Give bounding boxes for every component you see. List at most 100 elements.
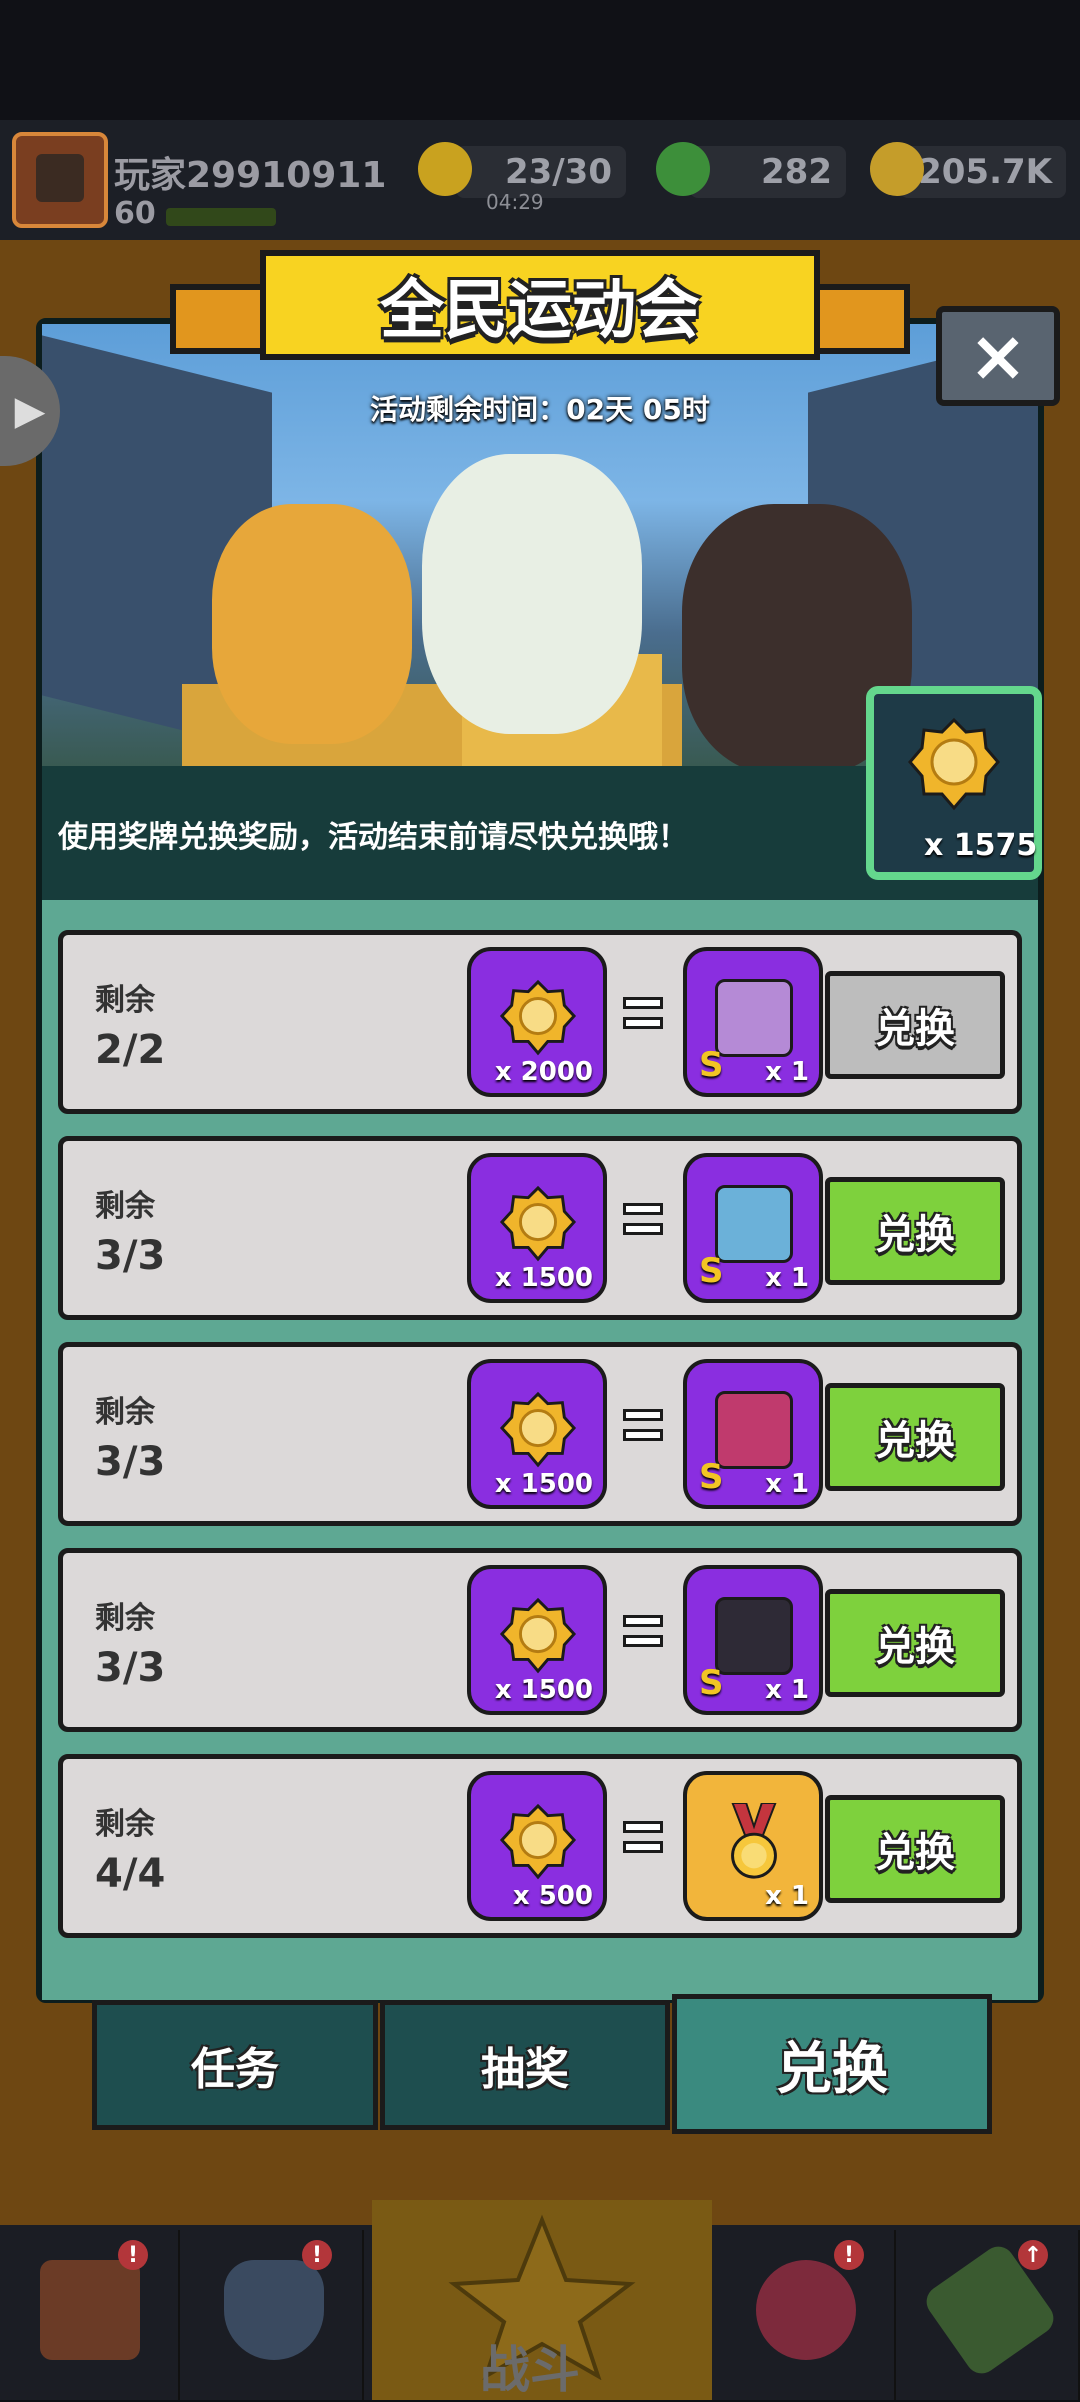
coin-value: 205.7K — [918, 152, 1052, 192]
remain-label: 剩余 — [95, 1395, 155, 1430]
talent-badge-icon: ! — [834, 2240, 864, 2270]
xp-bar — [166, 208, 276, 226]
nav-equipment[interactable]: ! — [184, 2230, 364, 2400]
nav-talent[interactable]: ! — [716, 2230, 896, 2400]
nav-shop[interactable]: ! — [0, 2230, 180, 2400]
medal-icon — [499, 1185, 577, 1262]
reward-grade: S — [699, 1045, 724, 1085]
shop-icon — [40, 2260, 140, 2360]
reward-count: x 1 — [765, 1675, 809, 1705]
medal-icon — [499, 1803, 577, 1880]
exchange-button-label: 兑换 — [875, 1212, 955, 1258]
energy-value: 23/30 — [504, 152, 612, 192]
cost-slot: x 1500 — [467, 1153, 607, 1303]
exchange-button-label: 兑换 — [875, 1830, 955, 1876]
energy-icon — [418, 142, 472, 196]
reward-slot[interactable]: Sx 1 — [683, 947, 823, 1097]
reward-slot[interactable]: Sx 1 — [683, 1359, 823, 1509]
equals-icon — [623, 1403, 663, 1447]
tab-lottery-label: 抽奖 — [481, 2044, 569, 2095]
exchange-button-label: 兑换 — [875, 1418, 955, 1464]
remain-count: 3/3 — [95, 1439, 166, 1485]
weapon-chest-icon — [715, 1391, 793, 1469]
cost-amount: x 1500 — [494, 1263, 593, 1293]
energy-timer: 04:29 — [486, 190, 544, 214]
weapon-chest-icon — [715, 1185, 793, 1263]
reward-slot[interactable]: Sx 1 — [683, 1565, 823, 1715]
cost-slot: x 1500 — [467, 1565, 607, 1715]
evolve-badge-icon: ↑ — [1018, 2240, 1048, 2270]
exchange-button[interactable]: 兑换 — [825, 1177, 1005, 1285]
exchange-row: 剩余 4/4 x 500 x 1 兑换 — [58, 1754, 1022, 1938]
event-timer: 活动剩余时间：02天 05时 — [370, 393, 710, 426]
cost-amount: x 2000 — [494, 1057, 593, 1087]
remain-label: 剩余 — [95, 1601, 155, 1636]
talent-icon — [756, 2260, 856, 2360]
weapon-chest-icon — [715, 979, 793, 1057]
reward-count: x 1 — [765, 1057, 809, 1087]
remain-count: 4/4 — [95, 1851, 166, 1897]
exchange-row: 剩余 3/3 x 1500 Sx 1 兑换 — [58, 1548, 1022, 1732]
player-name: 玩家29910911 — [114, 155, 387, 196]
exchange-button-label: 兑换 — [875, 1006, 955, 1052]
player-level: 60 — [114, 196, 156, 231]
remain-count: 2/2 — [95, 1027, 166, 1073]
reward-slot[interactable]: x 1 — [683, 1771, 823, 1921]
title-plate: 全民运动会 — [260, 250, 820, 360]
tab-exchange[interactable]: 兑换 — [672, 1994, 992, 2134]
reward-count: x 1 — [765, 1881, 809, 1911]
remain-count: 3/3 — [95, 1645, 166, 1691]
medal-icon — [499, 979, 577, 1056]
tab-exchange-label: 兑换 — [776, 2036, 888, 2102]
remain-count: 3/3 — [95, 1233, 166, 1279]
exchange-row: 剩余 3/3 x 1500 Sx 1 兑换 — [58, 1136, 1022, 1320]
remain-label: 剩余 — [95, 1807, 155, 1842]
reward-grade: S — [699, 1251, 724, 1291]
exchange-button[interactable]: 兑换 — [825, 1795, 1005, 1903]
close-button[interactable]: × — [936, 306, 1060, 406]
medal-icon — [908, 717, 1000, 811]
event-info: 使用奖牌兑换奖励，活动结束前请尽快兑换哦！ — [58, 820, 688, 855]
character-tennis-girl — [422, 454, 642, 734]
gem-value: 282 — [761, 152, 832, 192]
equals-icon — [623, 1197, 663, 1241]
medal-count: x 1575 — [924, 828, 1038, 863]
reward-count: x 1 — [765, 1469, 809, 1499]
exchange-row: 剩余 2/2 x 2000 Sx 1 兑换 — [58, 930, 1022, 1114]
cost-slot: x 2000 — [467, 947, 607, 1097]
tab-lottery[interactable]: 抽奖 — [380, 2000, 670, 2130]
equals-icon — [623, 991, 663, 1035]
status-area — [0, 0, 1080, 120]
character-duck-kid — [212, 504, 412, 744]
tab-tasks[interactable]: 任务 — [92, 2000, 378, 2130]
exchange-button[interactable]: 兑换 — [825, 1383, 1005, 1491]
cost-amount: x 1500 — [494, 1675, 593, 1705]
medal-icon — [499, 1391, 577, 1468]
event-title: 全民运动会 — [380, 274, 700, 348]
equipment-badge-icon: ! — [302, 2240, 332, 2270]
reward-slot[interactable]: Sx 1 — [683, 1153, 823, 1303]
avatar[interactable] — [12, 132, 108, 228]
event-title-banner: 全民运动会 — [170, 250, 910, 380]
shop-badge-icon: ! — [118, 2240, 148, 2270]
gold-medal-icon — [731, 1803, 777, 1879]
reward-grade: S — [699, 1663, 724, 1703]
nav-evolve[interactable]: ↑ — [900, 2230, 1080, 2400]
cost-slot: x 500 — [467, 1771, 607, 1921]
exchange-button[interactable]: 兑换 — [825, 1589, 1005, 1697]
exchange-button[interactable]: 兑换 — [825, 971, 1005, 1079]
gem-counter[interactable]: 282 — [690, 146, 846, 198]
exchange-button-label: 兑换 — [875, 1624, 955, 1670]
coin-icon — [870, 142, 924, 196]
remain-label: 剩余 — [95, 983, 155, 1018]
shield-icon — [224, 2260, 324, 2360]
cost-amount: x 1500 — [494, 1469, 593, 1499]
cost-slot: x 1500 — [467, 1359, 607, 1509]
close-icon: × — [968, 315, 1028, 397]
coin-counter[interactable]: 205.7K — [900, 146, 1066, 198]
tab-tasks-label: 任务 — [191, 2044, 279, 2095]
cost-amount: x 500 — [512, 1881, 593, 1911]
gem-icon — [656, 142, 710, 196]
weapon-chest-icon — [715, 1597, 793, 1675]
reward-count: x 1 — [765, 1263, 809, 1293]
